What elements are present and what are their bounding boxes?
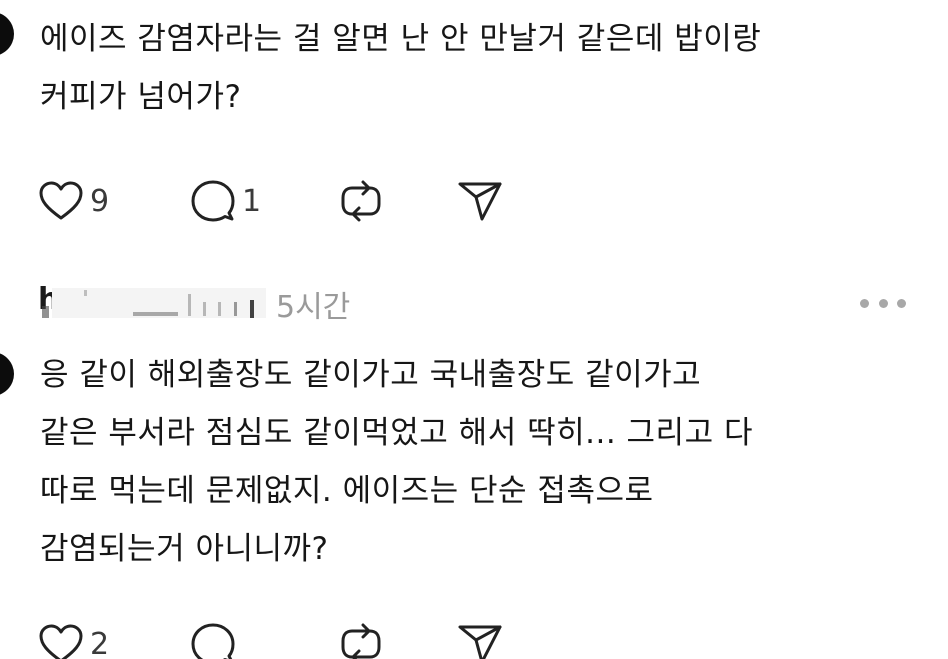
heart-icon (39, 624, 83, 659)
comment-line: 에이즈 감염자라는 걸 알면 난 안 만날거 같은데 밥이랑 (40, 21, 762, 57)
reply-button[interactable] (190, 620, 236, 659)
more-dot (878, 298, 888, 308)
comment-line: 같은 부서라 점심도 같이먹었고 해서 딱히... 그리고 다 (40, 415, 753, 451)
like-count: 9 (90, 183, 110, 219)
more-dot (860, 298, 869, 308)
like-count: 2 (90, 626, 110, 659)
like-button[interactable]: 2 (38, 620, 109, 659)
repost-button[interactable] (338, 620, 384, 659)
share-button[interactable] (456, 620, 504, 659)
username[interactable]: h (38, 282, 266, 324)
avatar[interactable] (0, 12, 14, 56)
username-redaction-marks (42, 290, 254, 318)
action-bar: 9 1 (38, 177, 598, 225)
comment-header: h 5시간 (38, 282, 350, 326)
repost-icon (341, 623, 381, 659)
comment-line: 응 같이 해외출장도 같이가고 국내출장도 같이가고 (40, 357, 702, 393)
speech-bubble-icon (191, 180, 235, 222)
more-dot (897, 298, 906, 308)
more-icon[interactable] (860, 288, 906, 318)
like-button[interactable]: 9 (38, 177, 109, 225)
share-button[interactable] (456, 177, 504, 225)
comment-line: 따로 먹는데 문제없지. 에이즈는 단순 접촉으로 (40, 473, 654, 509)
action-bar: 2 (38, 620, 598, 659)
timestamp: 5시간 (276, 290, 351, 325)
repost-icon (341, 180, 381, 222)
send-icon (458, 182, 502, 221)
comment-line: 감염되는거 아니니까? (40, 531, 329, 567)
reply-count: 1 (242, 183, 262, 219)
speech-bubble-icon (191, 623, 235, 659)
avatar[interactable] (0, 352, 14, 396)
thread-view: 에이즈 감염자라는 걸 알면 난 안 만날거 같은데 밥이랑 커피가 넘어가? … (0, 0, 948, 659)
heart-icon (39, 181, 83, 220)
repost-button[interactable] (338, 177, 384, 225)
comment-body: 에이즈 감염자라는 걸 알면 난 안 만날거 같은데 밥이랑 커피가 넘어가? (40, 10, 761, 126)
send-icon (458, 625, 502, 659)
comment-body: 응 같이 해외출장도 같이가고 국내출장도 같이가고 같은 부서라 점심도 같이… (40, 346, 753, 578)
comment-line: 커피가 넘어가? (40, 79, 242, 115)
reply-button[interactable]: 1 (190, 177, 261, 225)
